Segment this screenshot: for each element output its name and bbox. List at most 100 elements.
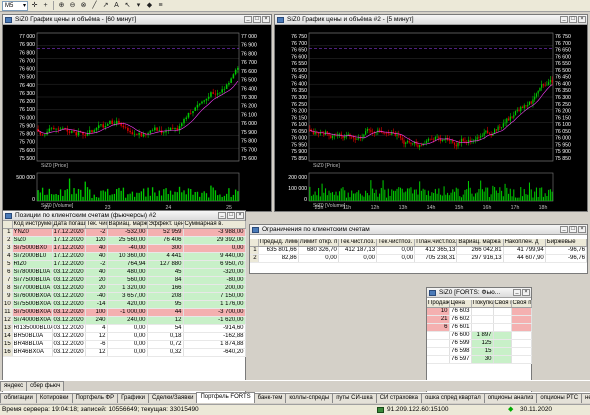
text-tool-icon[interactable]: A — [112, 1, 121, 10]
orderbook-window-titlebar[interactable]: SiZ0 [FORTS: Фью... _ × — [427, 288, 531, 298]
table-row[interactable]: 15 BR48BL0A 03.12.2020 -6 0,00 0,72 1 874,88 — [3, 340, 246, 350]
sell-volume-cell — [427, 339, 450, 349]
orderbook-row[interactable]: 76 597 30 — [427, 355, 532, 365]
orderbook-row[interactable]: 21 76 602 — [427, 315, 532, 325]
table-row[interactable]: 1 YNZ0 17.12.2020 -2 -532,00 52 959 -3 988,00 — [3, 228, 246, 238]
column-header[interactable]: Тек.чистпоз. ( — [376, 239, 416, 248]
column-header[interactable]: Код инструмента — [12, 221, 53, 230]
column-header[interactable]: Своя п — [511, 300, 532, 309]
zoom-out-icon[interactable]: ⊖ — [68, 1, 77, 10]
orderbook-row[interactable]: 76 598 15 — [427, 347, 532, 357]
interval-select[interactable]: M5 — [2, 0, 28, 11]
chart-window-5m-titlebar[interactable]: SiZ0 График цены и объёма #2 - [5 минут]… — [275, 15, 587, 25]
positions-window-titlebar[interactable]: Позиции по клиентским счетам (фьючерсы) … — [3, 211, 245, 221]
table-row[interactable]: 10 Si75500BX0A 03.12.2020 -14 420,00 95 1 176,… — [3, 300, 246, 310]
table-row[interactable]: 9 Si76000BX0A 03.12.2020 -40 3 657,00 208 7 15… — [3, 292, 246, 302]
line-tool-icon[interactable]: ╱ — [90, 1, 99, 10]
table-row[interactable]: 11 Si75000BX0A 03.12.2020 100 -1 000,00 44 -3 … — [3, 308, 246, 318]
price-chart-5m[interactable]: 76 750 76 700 76 650 76 600 76 550 76 500 76 4… — [275, 25, 587, 211]
close-button[interactable]: × — [262, 16, 270, 23]
orderbook-row[interactable]: 10 76 603 — [427, 307, 532, 317]
table-row[interactable]: 4 Si72000BL0 17.12.2020 40 10 360,00 4 441 9 4… — [3, 252, 246, 262]
pointer-icon[interactable]: ↖ — [123, 1, 132, 10]
column-header[interactable]: Накоплен. д — [503, 239, 546, 248]
table-row[interactable]: 1 635 801,66 680 326,70 412 187,13 0,00 412 3… — [250, 246, 588, 256]
zoom-icon[interactable]: ⊗ — [79, 1, 88, 10]
column-header[interactable]: Дата погаш — [52, 221, 86, 230]
column-header[interactable]: Вариац. маржа — [456, 239, 504, 248]
tab-4[interactable]: Графики — [117, 393, 149, 403]
price-chart-60m-canvas[interactable]: 77 000 76 900 76 800 76 700 76 600 76 500 76 4… — [3, 25, 271, 211]
table-row[interactable]: 12 Si74000BX0A 03.12.2020 240 240,00 12 -1 620… — [3, 316, 246, 326]
maximize-button[interactable]: □ — [253, 16, 261, 23]
limits-window-titlebar[interactable]: Ограничения по клиентским счетам _ □ × — [250, 225, 587, 235]
tab-9[interactable]: путы СИ-шка — [332, 393, 377, 403]
minimize-button[interactable]: _ — [513, 289, 521, 296]
column-header[interactable]: Тек. чист.поз. — [85, 221, 108, 230]
table-row[interactable]: 5 RIZ0 17.12.2020 -2 764,94 127 880 6 950,70 — [3, 260, 246, 270]
minimize-button[interactable]: _ — [244, 16, 252, 23]
maximize-button[interactable]: □ — [227, 212, 235, 219]
minimize-button[interactable]: _ — [560, 226, 568, 233]
column-header[interactable]: План.чист.поз. — [414, 239, 458, 248]
column-header[interactable]: Продаж — [427, 300, 450, 309]
column-header[interactable]: Вариац. маржа — [107, 221, 148, 230]
expiry-date-cell: 03.12.2020 — [52, 284, 86, 294]
table-row[interactable]: 2 SiZ0 17.12.2020 120 25 560,00 76 406 29 392,… — [3, 236, 246, 246]
y-tick-label-right: 76 200 — [241, 104, 257, 110]
tab-12[interactable]: опционы анализ — [483, 393, 538, 403]
lines-icon[interactable]: ≡ — [156, 1, 165, 10]
tab-2[interactable]: Котировки — [35, 393, 73, 403]
column-header[interactable]: Цена — [449, 300, 472, 309]
tab-2[interactable]: сбер фьюч — [26, 381, 65, 391]
column-header[interactable]: Биржевые — [545, 239, 588, 248]
column-header[interactable]: Суммарная в. — [183, 221, 246, 230]
zoom-in-icon[interactable]: ⊕ — [57, 1, 66, 10]
arrow-tool-icon[interactable]: ↗ — [101, 1, 110, 10]
candle-body — [450, 140, 452, 142]
tab-1[interactable]: яндекс — [0, 381, 28, 391]
close-button[interactable]: × — [578, 226, 586, 233]
tab-5[interactable]: Сделки/Заявки — [147, 393, 198, 403]
tab-11[interactable]: ошка спред квартал — [421, 393, 485, 403]
close-button[interactable]: × — [236, 212, 244, 219]
tab-3[interactable]: Портфель ФР — [71, 393, 119, 403]
column-header[interactable]: Своя п — [493, 300, 512, 309]
column-header[interactable]: Тек.чист.поз. — [338, 239, 378, 248]
table-row[interactable]: 7 Si77500BL0A 03.12.2020 20 560,00 84 -80,00 — [3, 276, 246, 286]
column-header[interactable]: Эффект. цена — [147, 221, 184, 230]
close-button[interactable]: × — [522, 289, 530, 296]
tab-8[interactable]: коллы-спреды — [285, 393, 334, 403]
orderbook-row[interactable]: 6 76 601 — [427, 323, 532, 333]
orderbook-row[interactable]: 76 600 1 897 — [427, 331, 532, 341]
dropdown-icon[interactable]: ▾ — [134, 1, 143, 10]
tab-1[interactable]: облигации — [0, 393, 37, 403]
column-header[interactable]: Покупка — [471, 300, 494, 309]
tab-13[interactable]: опционы РТС — [536, 393, 583, 403]
tab-6[interactable]: Портфель FORTS — [196, 392, 255, 403]
column-header[interactable]: Лимит откр. п — [298, 239, 339, 248]
table-row[interactable]: 14 BR50BL0A 03.12.2020 12 0,00 0,18 -162,88 — [3, 332, 246, 342]
table-row[interactable]: 2 82,86 0,00 0,00 0,00 705 238,31 297 916,13 44… — [250, 254, 588, 264]
price-chart-60m[interactable]: 77 000 76 900 76 800 76 700 76 600 76 500 76 4… — [3, 25, 271, 211]
tab-10[interactable]: СИ страховка — [375, 393, 423, 403]
plus-icon[interactable]: + — [41, 1, 50, 10]
table-row[interactable]: 8 Si77000BL0A 03.12.2020 20 1 320,00 166 200,0… — [3, 284, 246, 294]
close-button[interactable]: × — [578, 16, 586, 23]
maximize-button[interactable]: □ — [569, 16, 577, 23]
crosshair-icon[interactable]: ✛ — [30, 1, 39, 10]
column-header[interactable]: Предыд. лимит — [258, 239, 299, 248]
table-row[interactable]: 3 Si75000BX0 17.12.2020 40 -40,00 300 0,00 — [3, 244, 246, 254]
price-chart-5m-canvas[interactable]: 76 75076 70076 65076 60076 55076 50076 4… — [275, 25, 587, 211]
tab-14[interactable]: нефть — [581, 393, 590, 403]
minimize-button[interactable]: _ — [218, 212, 226, 219]
tab-7[interactable]: банк-тем — [253, 393, 287, 403]
table-row[interactable]: 6 Si78000BL0A 03.12.2020 40 480,00 45 -320,00 — [3, 268, 246, 278]
table-row[interactable]: 16 BR46BX0A 03.12.2020 12 0,00 0,32 -640,20 — [3, 348, 246, 358]
minimize-button[interactable]: _ — [560, 16, 568, 23]
table-row[interactable]: 13 RI135000BL0A 03.12.2020 4 0,00 54 -914,60 — [3, 324, 246, 334]
shapes-icon[interactable]: ◆ — [145, 1, 154, 10]
maximize-button[interactable]: □ — [569, 226, 577, 233]
orderbook-row[interactable]: 76 599 125 — [427, 339, 532, 349]
chart-window-60m-titlebar[interactable]: SiZ0 График цены и объёма - [60 минут] _… — [3, 15, 271, 25]
